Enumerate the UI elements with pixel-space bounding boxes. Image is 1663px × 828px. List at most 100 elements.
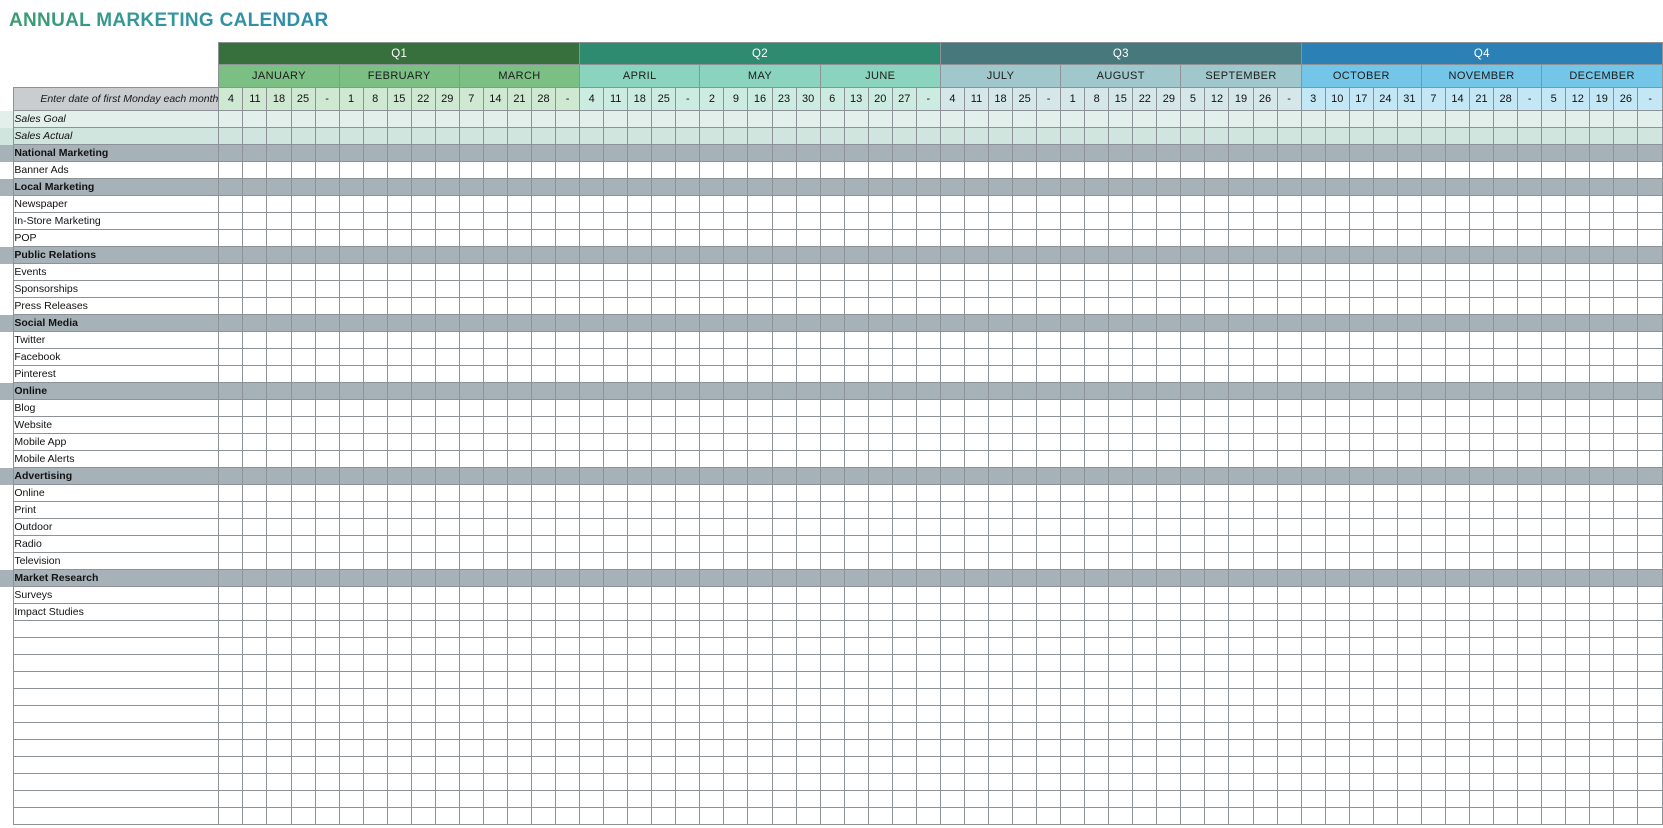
schedule-cell[interactable] — [1324, 144, 1350, 162]
schedule-cell[interactable] — [1589, 195, 1615, 213]
schedule-cell[interactable] — [266, 654, 292, 672]
schedule-cell[interactable] — [1300, 161, 1326, 179]
schedule-cell[interactable] — [1348, 671, 1374, 689]
task-label[interactable]: Sales Goal — [13, 110, 220, 128]
schedule-cell[interactable] — [1204, 688, 1230, 706]
schedule-cell[interactable] — [1180, 790, 1206, 808]
schedule-cell[interactable] — [1348, 586, 1374, 604]
schedule-cell[interactable] — [1348, 127, 1374, 145]
schedule-cell[interactable] — [771, 433, 797, 451]
schedule-cell[interactable] — [1517, 348, 1543, 366]
schedule-cell[interactable] — [819, 705, 845, 723]
schedule-cell[interactable] — [1348, 382, 1374, 400]
schedule-cell[interactable] — [1637, 620, 1663, 638]
schedule-cell[interactable] — [362, 467, 388, 485]
schedule-cell[interactable] — [939, 212, 965, 230]
schedule-cell[interactable] — [843, 569, 869, 587]
schedule-cell[interactable] — [266, 722, 292, 740]
schedule-cell[interactable] — [1132, 756, 1158, 774]
schedule-cell[interactable] — [338, 518, 364, 536]
schedule-cell[interactable] — [1589, 739, 1615, 757]
schedule-cell[interactable] — [1493, 195, 1519, 213]
schedule-cell[interactable] — [1204, 756, 1230, 774]
schedule-cell[interactable] — [1420, 263, 1446, 281]
schedule-cell[interactable] — [1372, 331, 1398, 349]
schedule-cell[interactable] — [651, 110, 677, 128]
schedule-cell[interactable] — [555, 229, 581, 247]
schedule-cell[interactable] — [1132, 127, 1158, 145]
schedule-cell[interactable] — [795, 195, 821, 213]
schedule-cell[interactable] — [434, 229, 460, 247]
schedule-cell[interactable] — [290, 399, 316, 417]
schedule-cell[interactable] — [314, 637, 340, 655]
schedule-cell[interactable] — [1469, 484, 1495, 502]
schedule-cell[interactable] — [1132, 399, 1158, 417]
schedule-cell[interactable] — [1252, 144, 1278, 162]
schedule-cell[interactable] — [1228, 620, 1254, 638]
schedule-cell[interactable] — [362, 722, 388, 740]
schedule-cell[interactable] — [939, 552, 965, 570]
schedule-cell[interactable] — [555, 552, 581, 570]
schedule-cell[interactable] — [603, 467, 629, 485]
schedule-cell[interactable] — [1036, 467, 1062, 485]
schedule-cell[interactable] — [1637, 586, 1663, 604]
schedule-cell[interactable] — [939, 620, 965, 638]
schedule-cell[interactable] — [1541, 382, 1567, 400]
schedule-cell[interactable] — [795, 807, 821, 825]
schedule-cell[interactable] — [1060, 518, 1086, 536]
schedule-cell[interactable] — [1444, 739, 1471, 757]
schedule-cell[interactable] — [1276, 739, 1302, 757]
schedule-cell[interactable] — [266, 297, 292, 315]
schedule-cell[interactable] — [362, 399, 388, 417]
schedule-cell[interactable] — [1469, 382, 1495, 400]
schedule-cell[interactable] — [1444, 688, 1471, 706]
schedule-cell[interactable] — [1589, 110, 1615, 128]
schedule-cell[interactable] — [1276, 161, 1302, 179]
schedule-cell[interactable] — [458, 280, 484, 298]
schedule-cell[interactable] — [1012, 178, 1038, 196]
schedule-cell[interactable] — [675, 535, 701, 553]
schedule-cell[interactable] — [1469, 416, 1495, 434]
schedule-cell[interactable] — [699, 484, 725, 502]
schedule-cell[interactable] — [819, 484, 845, 502]
schedule-cell[interactable] — [1060, 212, 1086, 230]
schedule-cell[interactable] — [771, 331, 797, 349]
schedule-cell[interactable] — [1372, 161, 1398, 179]
schedule-cell[interactable] — [627, 144, 653, 162]
schedule-cell[interactable] — [1541, 535, 1567, 553]
schedule-cell[interactable] — [915, 603, 941, 621]
week-date-cell[interactable]: 10 — [1324, 87, 1350, 111]
schedule-cell[interactable] — [747, 722, 773, 740]
schedule-cell[interactable] — [1565, 365, 1591, 383]
schedule-cell[interactable] — [1565, 552, 1591, 570]
schedule-cell[interactable] — [1156, 450, 1182, 468]
schedule-cell[interactable] — [699, 399, 725, 417]
schedule-cell[interactable] — [338, 263, 364, 281]
empty-row-label[interactable] — [13, 790, 220, 808]
schedule-cell[interactable] — [988, 569, 1014, 587]
schedule-cell[interactable] — [988, 586, 1014, 604]
schedule-cell[interactable] — [747, 739, 773, 757]
schedule-cell[interactable] — [1372, 297, 1398, 315]
schedule-cell[interactable] — [1036, 705, 1062, 723]
schedule-cell[interactable] — [723, 603, 749, 621]
schedule-cell[interactable] — [723, 212, 749, 230]
schedule-cell[interactable] — [723, 671, 749, 689]
schedule-cell[interactable] — [988, 484, 1014, 502]
schedule-cell[interactable] — [266, 603, 292, 621]
schedule-cell[interactable] — [386, 620, 412, 638]
schedule-cell[interactable] — [579, 807, 605, 825]
schedule-cell[interactable] — [1637, 518, 1663, 536]
schedule-cell[interactable] — [266, 161, 292, 179]
schedule-cell[interactable] — [314, 722, 340, 740]
schedule-cell[interactable] — [627, 365, 653, 383]
schedule-cell[interactable] — [338, 552, 364, 570]
schedule-cell[interactable] — [819, 450, 845, 468]
schedule-cell[interactable] — [1300, 212, 1326, 230]
schedule-cell[interactable] — [1372, 552, 1398, 570]
schedule-cell[interactable] — [1132, 246, 1158, 264]
schedule-cell[interactable] — [867, 569, 893, 587]
schedule-cell[interactable] — [1348, 178, 1374, 196]
schedule-cell[interactable] — [482, 739, 508, 757]
schedule-cell[interactable] — [410, 552, 436, 570]
